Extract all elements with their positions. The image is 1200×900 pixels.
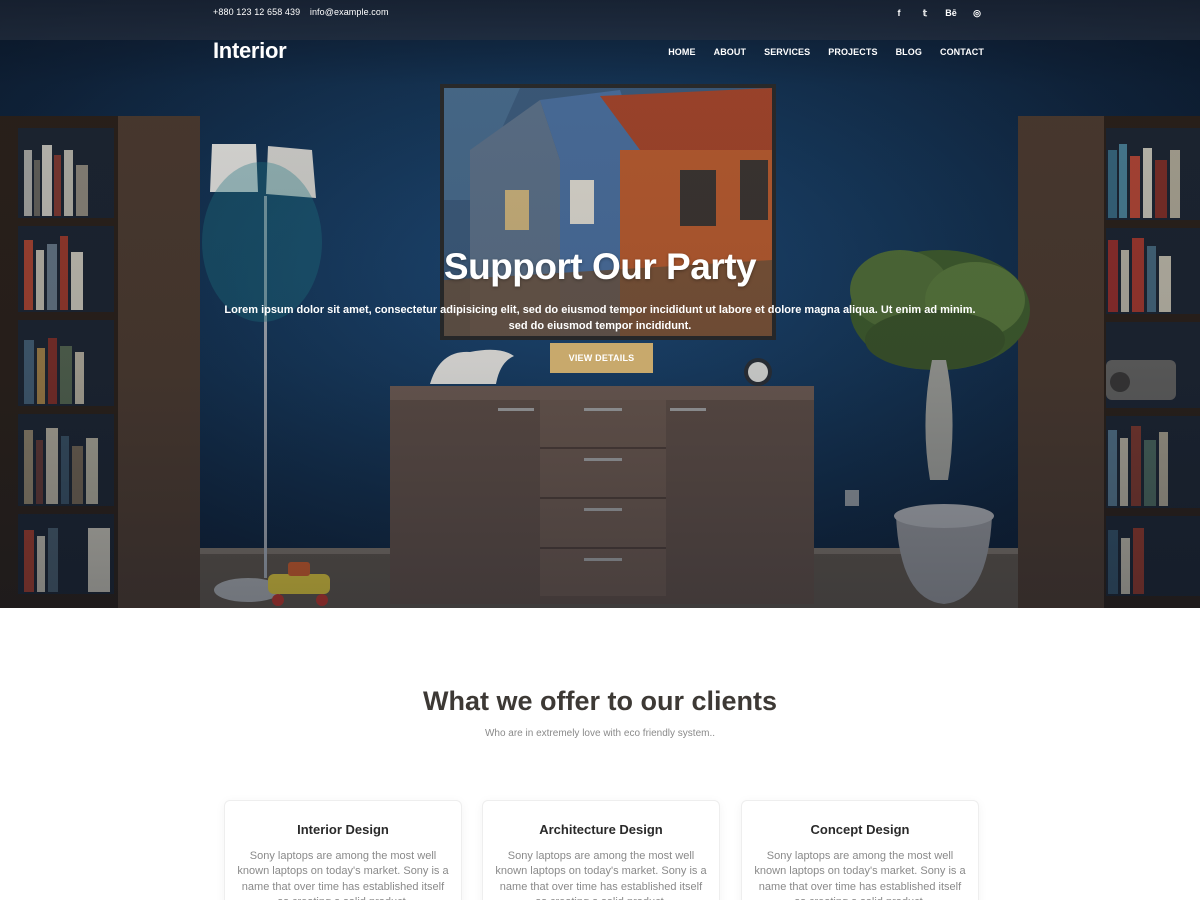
nav-home[interactable]: HOME [668, 47, 695, 57]
site-logo[interactable]: Interior [213, 38, 287, 64]
service-card-text: Sony laptops are among the most well kno… [237, 850, 449, 900]
offer-section-title: What we offer to our clients [422, 686, 778, 716]
phone-number[interactable]: +880 123 12 658 439 [213, 7, 300, 17]
service-card-title: Interior Design [297, 822, 389, 837]
hero-description: Lorem ipsum dolor sit amet, consectetur … [224, 304, 976, 332]
top-bar: +880 123 12 658 439 info@example.com f 𝕥… [0, 0, 1200, 27]
hero-title: Support Our Party [443, 246, 757, 287]
nav-about[interactable]: ABOUT [714, 47, 747, 57]
social-links: f 𝕥 Bē ◎ [886, 5, 990, 21]
email-address[interactable]: info@example.com [310, 7, 389, 17]
behance-icon[interactable]: Bē [938, 5, 964, 21]
service-card-text: Sony laptops are among the most well kno… [495, 850, 707, 900]
nav-contact[interactable]: CONTACT [940, 47, 984, 57]
service-card-interior-design[interactable]: Interior Design Sony laptops are among t… [224, 800, 462, 900]
offer-section-subtitle: Who are in extremely love with eco frien… [484, 728, 716, 739]
facebook-icon[interactable]: f [886, 5, 912, 21]
view-details-button[interactable]: VIEW DETAILS [550, 343, 653, 373]
service-card-text: Sony laptops are among the most well kno… [754, 850, 966, 900]
nav-blog[interactable]: BLOG [896, 47, 922, 57]
twitter-icon[interactable]: 𝕥 [912, 5, 938, 21]
service-card-architecture-design[interactable]: Architecture Design Sony laptops are amo… [482, 800, 720, 900]
hero-banner: +880 123 12 658 439 info@example.com f 𝕥… [0, 0, 1200, 608]
nav-projects[interactable]: PROJECTS [828, 47, 877, 57]
service-card-title: Concept Design [810, 822, 910, 837]
service-card-title: Architecture Design [539, 822, 663, 837]
dribbble-icon[interactable]: ◎ [964, 5, 990, 21]
nav-services[interactable]: SERVICES [764, 47, 810, 57]
main-nav: HOME ABOUT SERVICES PROJECTS BLOG CONTAC… [650, 47, 984, 57]
contact-info: +880 123 12 658 439 info@example.com [213, 7, 389, 17]
service-card-concept-design[interactable]: Concept Design Sony laptops are among th… [741, 800, 979, 900]
